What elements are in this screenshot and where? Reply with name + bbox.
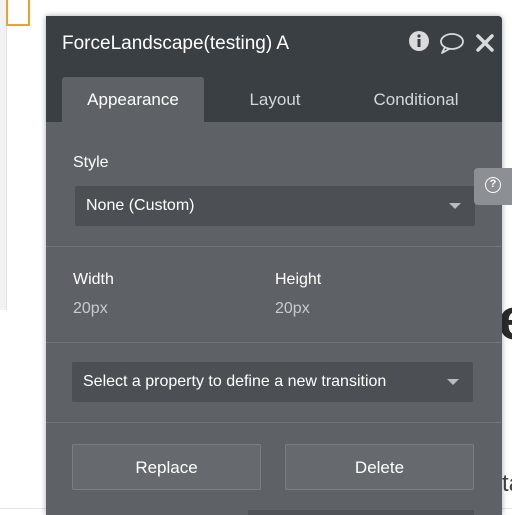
style-dropdown-value: None (Custom) xyxy=(86,197,195,214)
canvas-left-strip xyxy=(0,0,7,310)
transition-dropdown-placeholder: Select a property to define a new transi… xyxy=(83,373,387,390)
transition-dropdown[interactable]: Select a property to define a new transi… xyxy=(72,362,473,402)
canvas-text-fragment-small: ta xyxy=(502,470,512,497)
section-divider xyxy=(46,342,502,343)
width-value[interactable]: 20px xyxy=(73,300,108,318)
tab-appearance[interactable]: Appearance xyxy=(62,77,204,122)
chevron-down-icon xyxy=(447,379,459,385)
section-divider xyxy=(46,422,502,423)
tab-conditional[interactable]: Conditional xyxy=(346,77,486,122)
editor-title: ForceLandscape(testing) A xyxy=(62,33,290,54)
comment-icon[interactable] xyxy=(439,32,465,54)
editor-title-bar[interactable]: ForceLandscape(testing) A xyxy=(46,16,502,74)
close-icon[interactable] xyxy=(476,34,494,52)
selected-element-outline[interactable] xyxy=(6,0,30,26)
style-dropdown[interactable]: None (Custom) xyxy=(75,186,475,226)
section-divider xyxy=(46,246,502,247)
height-value[interactable]: 20px xyxy=(275,300,310,318)
help-icon: ? xyxy=(485,177,501,193)
style-label: Style xyxy=(73,154,109,171)
width-label: Width xyxy=(73,271,114,288)
next-section-edge xyxy=(248,510,474,515)
help-button[interactable]: ? xyxy=(474,168,512,205)
tab-layout[interactable]: Layout xyxy=(216,77,334,122)
editor-tabs: Appearance Layout Conditional xyxy=(46,74,502,122)
replace-button[interactable]: Replace xyxy=(72,444,261,490)
info-icon[interactable] xyxy=(408,30,430,52)
delete-button[interactable]: Delete xyxy=(285,444,474,490)
height-label: Height xyxy=(275,271,322,288)
property-editor-panel: ForceLandscape(testing) A Appearance Lay… xyxy=(46,16,502,515)
chevron-down-icon xyxy=(449,203,461,209)
